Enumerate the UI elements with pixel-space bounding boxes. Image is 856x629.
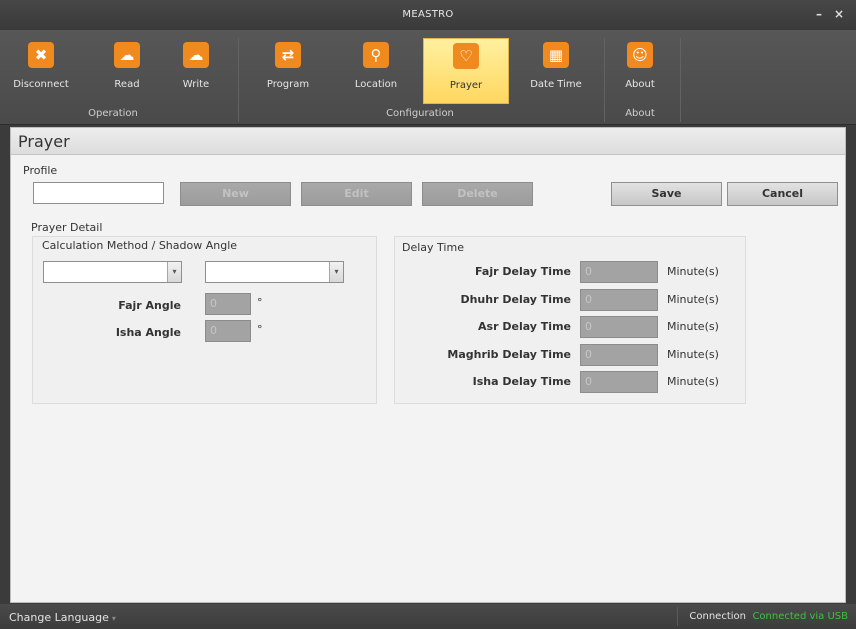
cloud-upload-icon: ☁ — [183, 42, 209, 68]
calculation-panel: Calculation Method / Shadow Angle ▾ ▾ Fa… — [32, 236, 377, 404]
calculation-method-label: Calculation Method / Shadow Angle — [42, 239, 238, 252]
minutes-unit: Minute(s) — [667, 265, 719, 278]
cloud-download-icon: ☁ — [114, 42, 140, 68]
page-title: Prayer — [11, 128, 845, 155]
change-language-menu[interactable]: Change Language ▾ — [9, 611, 116, 624]
group-separator — [680, 38, 681, 122]
read-button[interactable]: ☁ Read — [107, 38, 147, 104]
delete-button[interactable]: Delete — [422, 182, 533, 206]
profile-label: Profile — [23, 164, 58, 177]
save-button[interactable]: Save — [611, 182, 722, 206]
dhuhr-delay-label: Dhuhr Delay Time — [460, 293, 571, 306]
prayer-hands-icon: ♡ — [453, 43, 479, 69]
program-label: Program — [266, 79, 310, 90]
calendar-icon: ▦ — [543, 42, 569, 68]
prayer-label: Prayer — [449, 80, 483, 91]
fajr-delay-input[interactable]: 0 — [580, 261, 658, 283]
content-area: Prayer Profile New Edit Delete Save Canc… — [10, 127, 846, 603]
profile-input[interactable] — [33, 182, 164, 204]
program-flow-icon: ⇄ — [275, 42, 301, 68]
status-bar: Change Language ▾ Connection Connected vi… — [0, 604, 856, 629]
cancel-button[interactable]: Cancel — [727, 182, 838, 206]
isha-delay-label: Isha Delay Time — [472, 375, 571, 388]
about-label: About — [625, 79, 655, 90]
location-pin-icon: ⚲ — [363, 42, 389, 68]
degree-symbol: ° — [257, 296, 263, 309]
date-time-button[interactable]: ▦ Date Time — [523, 38, 589, 104]
delay-time-label: Delay Time — [402, 241, 464, 254]
people-icon: ☺ — [627, 42, 653, 68]
write-button[interactable]: ☁ Write — [176, 38, 216, 104]
minutes-unit: Minute(s) — [667, 320, 719, 333]
fajr-angle-label: Fajr Angle — [118, 299, 181, 312]
degree-symbol: ° — [257, 323, 263, 336]
chevron-down-icon: ▾ — [167, 262, 181, 282]
group-label-configuration: Configuration — [386, 108, 454, 119]
fajr-angle-input[interactable]: 0 — [205, 293, 251, 315]
isha-delay-input[interactable]: 0 — [580, 371, 658, 393]
location-button[interactable]: ⚲ Location — [343, 38, 409, 104]
new-button[interactable]: New — [180, 182, 291, 206]
fajr-delay-label: Fajr Delay Time — [475, 265, 571, 278]
connection-label: Connection — [689, 611, 746, 622]
window-title: MEASTRO — [402, 9, 454, 20]
minutes-unit: Minute(s) — [667, 375, 719, 388]
disconnect-button[interactable]: ✖ Disconnect — [13, 38, 69, 104]
date-time-label: Date Time — [530, 79, 582, 90]
dhuhr-delay-input[interactable]: 0 — [580, 289, 658, 311]
close-button[interactable]: × — [830, 6, 848, 22]
read-label: Read — [114, 79, 140, 90]
isha-angle-input[interactable]: 0 — [205, 320, 251, 342]
minutes-unit: Minute(s) — [667, 293, 719, 306]
group-label-operation: Operation — [88, 108, 138, 119]
asr-delay-input[interactable]: 0 — [580, 316, 658, 338]
isha-angle-label: Isha Angle — [115, 326, 181, 339]
ribbon-toolbar: ✖ Disconnect ☁ Read ☁ Write Operation ⇄ … — [0, 30, 856, 125]
calculation-method-dropdown[interactable]: ▾ — [43, 261, 182, 283]
location-label: Location — [354, 79, 398, 90]
status-divider — [677, 607, 678, 626]
write-label: Write — [182, 79, 210, 90]
prayer-detail-label: Prayer Detail — [31, 221, 103, 234]
maghrib-delay-input[interactable]: 0 — [580, 344, 658, 366]
chevron-down-icon: ▾ — [329, 262, 343, 282]
group-separator — [604, 38, 605, 122]
group-label-about: About — [625, 108, 655, 119]
program-button[interactable]: ⇄ Program — [258, 38, 318, 104]
delay-time-panel: Delay Time Fajr Delay Time 0 Minute(s) D… — [394, 236, 746, 404]
about-button[interactable]: ☺ About — [614, 38, 666, 104]
asr-delay-label: Asr Delay Time — [478, 320, 571, 333]
x-icon: ✖ — [28, 42, 54, 68]
disconnect-label: Disconnect — [13, 79, 69, 90]
edit-button[interactable]: Edit — [301, 182, 412, 206]
connection-status: Connected via USB — [752, 611, 848, 622]
maghrib-delay-label: Maghrib Delay Time — [447, 348, 571, 361]
title-bar: MEASTRO – × — [0, 0, 856, 30]
change-language-label: Change Language — [9, 611, 109, 624]
chevron-down-icon: ▾ — [111, 614, 116, 623]
prayer-button[interactable]: ♡ Prayer — [423, 38, 509, 104]
minimize-button[interactable]: – — [810, 6, 828, 22]
group-separator — [238, 38, 239, 122]
shadow-angle-dropdown[interactable]: ▾ — [205, 261, 344, 283]
minutes-unit: Minute(s) — [667, 348, 719, 361]
